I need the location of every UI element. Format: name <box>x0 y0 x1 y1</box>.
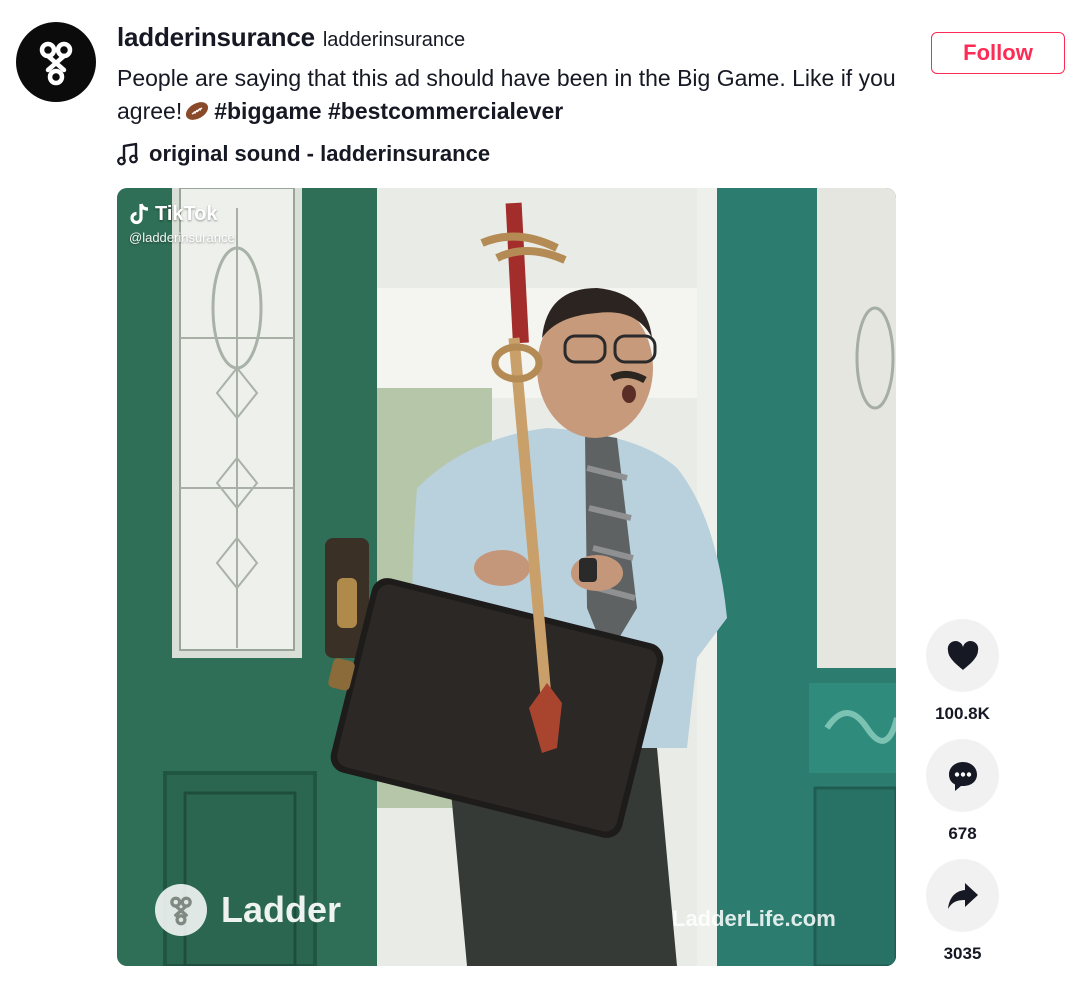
like-action: 100.8K <box>926 619 999 724</box>
ladder-brand-text: Ladder <box>221 889 342 930</box>
american-football-icon <box>186 102 209 120</box>
share-action: 3035 <box>926 859 999 964</box>
share-icon <box>947 882 978 909</box>
comment-action: 678 <box>926 739 999 844</box>
ladder-brand-overlay: Ladder <box>155 884 341 936</box>
like-button[interactable] <box>926 619 999 692</box>
post-description: People are saying that this ad should ha… <box>117 62 917 128</box>
share-button[interactable] <box>926 859 999 932</box>
comment-count: 678 <box>948 824 977 843</box>
video-player[interactable]: TikTok @ladderinsurance Ladder LadderLif… <box>117 188 896 966</box>
comment-button[interactable] <box>926 739 999 812</box>
music-note-icon <box>117 142 138 166</box>
hashtag-bestcommercialever[interactable]: #bestcommercialever <box>328 98 563 124</box>
tiktok-watermark-brand: TikTok <box>155 202 218 225</box>
author-name[interactable]: ladderinsurance <box>117 22 315 53</box>
comment-icon <box>948 761 977 791</box>
music-label: original sound - ladderinsurance <box>149 141 491 166</box>
tiktok-watermark-handle: @ladderinsurance <box>129 230 235 245</box>
follow-button[interactable]: Follow <box>931 32 1065 74</box>
hashtag-biggame[interactable]: #biggame <box>214 98 321 124</box>
ladder-logo-icon <box>155 884 207 936</box>
music-link[interactable]: original sound - ladderinsurance <box>117 139 917 169</box>
tiktok-logo-icon <box>130 203 149 225</box>
author-row: ladderinsurance ladderinsurance <box>117 22 917 56</box>
video-frame <box>117 188 896 966</box>
tiktok-watermark: TikTok @ladderinsurance <box>129 202 235 246</box>
ladder-url-overlay: LadderLife.com <box>672 906 836 931</box>
like-count: 100.8K <box>935 704 990 723</box>
heart-icon <box>947 640 978 670</box>
post-header: ladderinsurance ladderinsurance People a… <box>117 22 917 169</box>
author-avatar[interactable] <box>16 22 96 102</box>
author-handle[interactable]: ladderinsurance <box>323 29 465 52</box>
ladder-logo-icon <box>39 41 73 86</box>
share-count: 3035 <box>943 944 982 963</box>
